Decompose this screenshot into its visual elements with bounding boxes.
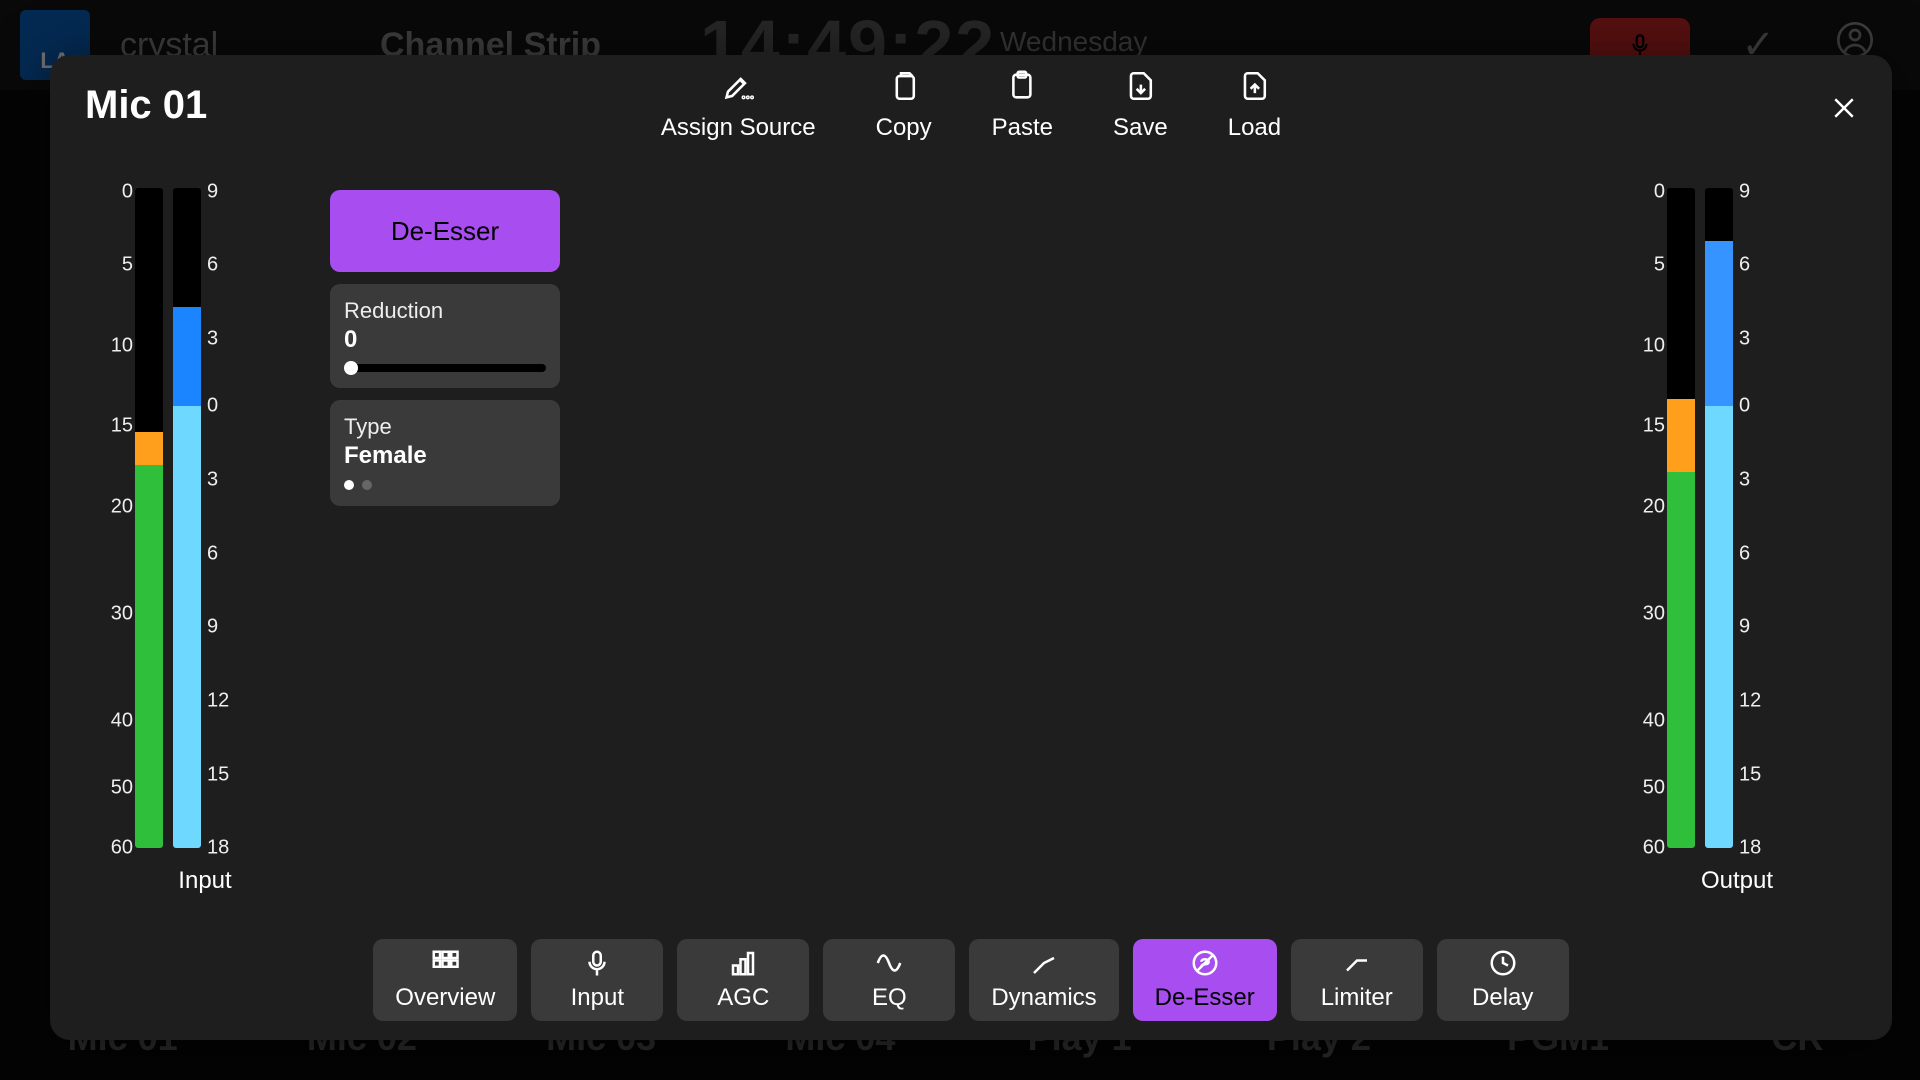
reduction-panel[interactable]: Reduction 0	[330, 284, 560, 388]
tab-limiter[interactable]: Limiter	[1291, 939, 1423, 1021]
tab-overview[interactable]: Overview	[373, 939, 517, 1021]
grid-icon	[430, 948, 460, 978]
output-scale-gain: 9 6 3 0 3 6 9 12 15 18	[1733, 185, 1767, 855]
assign-source-label: Assign Source	[661, 114, 816, 142]
tab-eq[interactable]: EQ	[823, 939, 955, 1021]
input-gain-bar	[173, 188, 201, 848]
modal-title: Mic 01	[85, 83, 207, 128]
tab-label: EQ	[872, 984, 907, 1012]
deesser-icon	[1190, 948, 1220, 978]
save-button[interactable]: Save	[1113, 68, 1168, 142]
tab-label: Limiter	[1321, 984, 1393, 1012]
close-button[interactable]	[1826, 90, 1862, 126]
tab-dynamics[interactable]: Dynamics	[969, 939, 1118, 1021]
modal-body: 0 5 10 15 20 30 40 50 60	[50, 155, 1892, 935]
copy-button[interactable]: Copy	[876, 68, 932, 142]
load-button[interactable]: Load	[1228, 68, 1281, 142]
modal-footer-tabs: Overview Input AGC EQ Dynamics De-Esser …	[50, 935, 1892, 1040]
tab-label: Delay	[1472, 984, 1533, 1012]
deesser-controls: De-Esser Reduction 0 Type Female	[330, 190, 560, 518]
input-level-bar	[135, 188, 163, 848]
load-label: Load	[1228, 114, 1281, 142]
dot-active[interactable]	[344, 480, 354, 490]
paste-label: Paste	[992, 114, 1053, 142]
paste-button[interactable]: Paste	[992, 68, 1053, 142]
assign-source-button[interactable]: Assign Source	[661, 68, 816, 142]
tab-label: AGC	[717, 984, 769, 1012]
deesser-toggle-button[interactable]: De-Esser	[330, 190, 560, 272]
type-label: Type	[344, 414, 546, 440]
bars-icon	[728, 948, 758, 978]
mic-icon	[582, 948, 612, 978]
load-icon	[1236, 68, 1272, 104]
modal-toolbar: Assign Source Copy Paste Save Load	[661, 68, 1281, 142]
pencil-icon	[720, 68, 756, 104]
tab-label: Overview	[395, 984, 495, 1012]
tab-input[interactable]: Input	[531, 939, 663, 1021]
type-panel[interactable]: Type Female	[330, 400, 560, 506]
output-level-bar	[1667, 188, 1695, 848]
copy-label: Copy	[876, 114, 932, 142]
dot[interactable]	[362, 480, 372, 490]
wave-icon	[874, 948, 904, 978]
curve-icon	[1029, 948, 1059, 978]
tab-label: Dynamics	[991, 984, 1096, 1012]
input-scale-db: 0 5 10 15 20 30 40 50 60	[95, 185, 135, 855]
copy-icon	[886, 68, 922, 104]
channel-modal: Mic 01 Assign Source Copy Paste Save Loa…	[50, 55, 1892, 1040]
tab-delay[interactable]: Delay	[1437, 939, 1569, 1021]
reduction-label: Reduction	[344, 298, 546, 324]
output-gain-bar	[1705, 188, 1733, 848]
input-meter-label: Input	[95, 867, 315, 895]
type-value: Female	[344, 442, 546, 470]
tab-label: De-Esser	[1155, 984, 1255, 1012]
output-meter-label: Output	[1627, 867, 1847, 895]
slider-thumb[interactable]	[344, 361, 358, 375]
modal-header: Mic 01 Assign Source Copy Paste Save Loa…	[50, 55, 1892, 155]
output-meter-block: 0 5 10 15 20 30 40 50 60	[1627, 185, 1847, 895]
input-scale-gain: 9 6 3 0 3 6 9 12 15 18	[201, 185, 235, 855]
limiter-icon	[1342, 948, 1372, 978]
save-icon	[1122, 68, 1158, 104]
input-meter-block: 0 5 10 15 20 30 40 50 60	[95, 185, 315, 895]
save-label: Save	[1113, 114, 1168, 142]
tab-deesser[interactable]: De-Esser	[1133, 939, 1277, 1021]
tab-label: Input	[571, 984, 624, 1012]
reduction-value: 0	[344, 326, 546, 354]
clock-icon	[1488, 948, 1518, 978]
paste-icon	[1004, 68, 1040, 104]
type-selector-dots[interactable]	[344, 480, 546, 490]
reduction-slider[interactable]	[344, 364, 546, 372]
tab-agc[interactable]: AGC	[677, 939, 809, 1021]
output-scale-db: 0 5 10 15 20 30 40 50 60	[1627, 185, 1667, 855]
